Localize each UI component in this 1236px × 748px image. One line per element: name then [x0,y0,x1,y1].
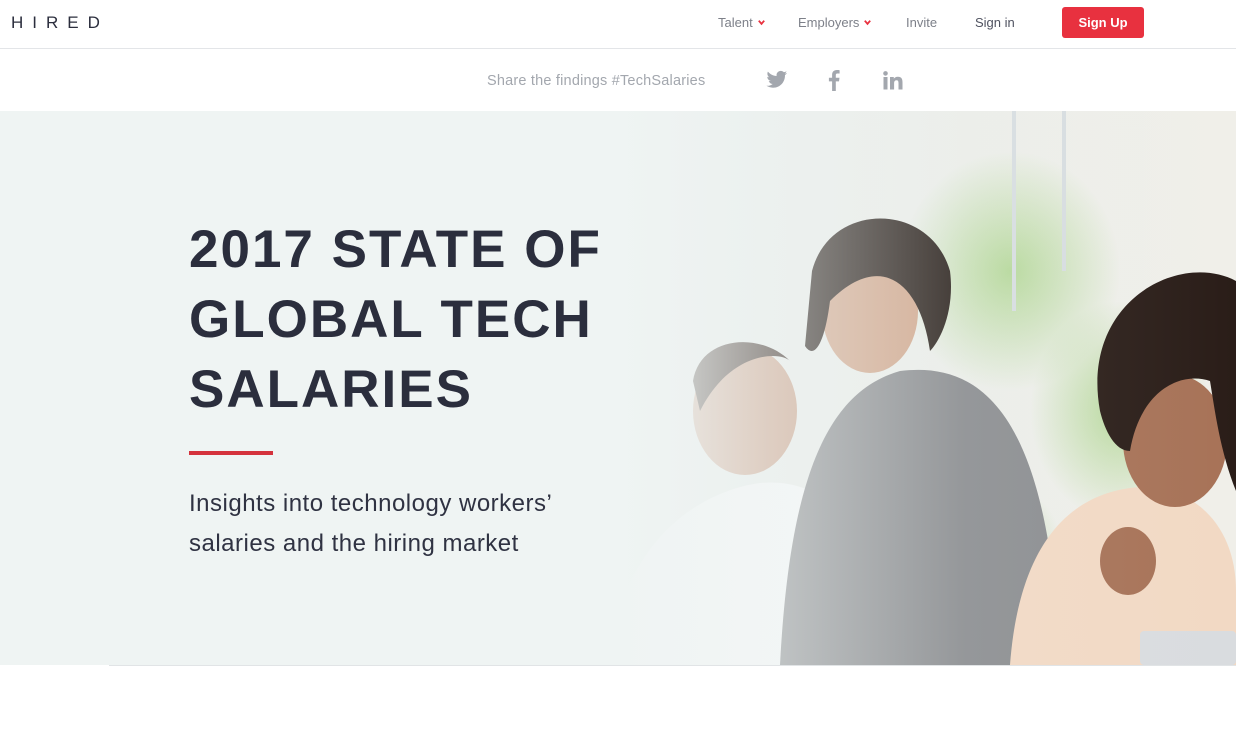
chevron-down-icon [757,20,765,26]
sign-in-label: Sign in [975,15,1015,30]
section-divider [109,665,1236,666]
nav-item-talent-label: Talent [718,15,753,30]
nav-item-invite[interactable]: Invite [906,15,937,30]
nav-item-invite-label: Invite [906,15,938,30]
twitter-icon[interactable] [766,70,788,90]
share-findings-text: Share the findings #TechSalaries [487,73,706,89]
sign-up-button[interactable]: Sign Up [1062,7,1144,38]
nav-item-employers-label: Employers [798,15,860,30]
nav-item-talent[interactable]: Talent [718,15,766,30]
linkedin-icon[interactable] [883,71,903,90]
nav-item-employers[interactable]: Employers [798,15,872,30]
top-navigation-bar: HIRED Talent Employers Invite Sign in Si… [0,0,1236,49]
hero-subtitle: Insights into technology workers’ salari… [189,490,552,557]
share-bar: Share the findings #TechSalaries [0,50,1236,111]
hired-logo[interactable]: HIRED [11,13,109,33]
hero-section: 2017 STATE OF GLOBAL TECH SALARIES Insig… [0,111,1236,665]
hero-title: 2017 STATE OF GLOBAL TECH SALARIES [189,220,602,419]
chevron-down-icon [864,20,872,26]
title-divider [189,451,273,455]
sign-in-link[interactable]: Sign in [975,15,1015,30]
facebook-icon[interactable] [828,70,840,91]
